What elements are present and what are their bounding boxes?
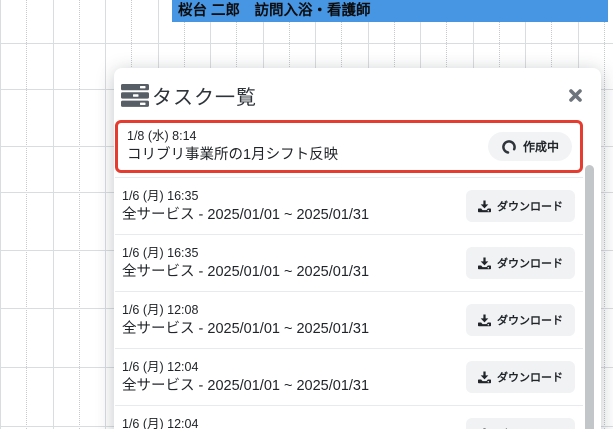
task-description: 全サービス - 2025/01/01 ~ 2025/01/31 [122, 206, 370, 223]
download-label: ダウンロード [497, 315, 563, 327]
task-info: 1/8 (水) 8:14 コリブリ事業所の1月シフト反映 [127, 128, 338, 165]
task-description: 全サービス - 2025/01/01 ~ 2025/01/31 [122, 320, 370, 337]
task-action: ダウンロード [466, 304, 575, 336]
download-label: ダウンロード [497, 372, 563, 384]
modal-header: タスク一覧 [114, 68, 601, 120]
calendar-screen: 桜台 二郎 訪問入浴・看護師 タスク一覧 1/8 (水) 8:14 コリブリ事業… [0, 0, 613, 429]
task-row: 1/6 (月) 12:08 全サービス - 2025/01/01 ~ 2025/… [115, 291, 583, 348]
close-button[interactable] [566, 86, 591, 105]
task-info: 1/6 (月) 12:04 全サービス - 2025/01/01 ~ 2025/… [122, 359, 369, 396]
task-info: 1/6 (月) 16:35 全サービス - 2025/01/01 ~ 2025/… [122, 245, 369, 282]
task-list-modal: タスク一覧 1/8 (水) 8:14 コリブリ事業所の1月シフト反映 作成中 1… [114, 68, 601, 429]
task-timestamp: 1/6 (月) 12:04 [122, 416, 199, 429]
status-label: 作成中 [522, 140, 559, 154]
spinner-icon [502, 139, 516, 154]
modal-scrollbar[interactable] [585, 165, 594, 429]
task-timestamp: 1/8 (水) 8:14 [127, 129, 197, 143]
download-icon [478, 199, 491, 212]
grid-line [105, 0, 106, 429]
grid-line [0, 43, 613, 44]
modal-title: タスク一覧 [152, 87, 257, 109]
download-label: ダウンロード [497, 201, 563, 213]
task-info: 1/6 (月) 12:08 全サービス - 2025/01/01 ~ 2025/… [122, 302, 369, 339]
grid-line [0, 0, 1, 429]
grid-line [26, 0, 27, 429]
task-description: 全サービス - 2025/01/01 ~ 2025/01/31 [122, 263, 370, 280]
download-button[interactable]: ダウンロード [466, 361, 575, 393]
task-timestamp: 1/6 (月) 12:04 [122, 359, 199, 374]
download-button[interactable]: ダウンロード [466, 190, 575, 222]
task-row: 1/6 (月) 16:35 全サービス - 2025/01/01 ~ 2025/… [115, 234, 583, 291]
task-description: コリブリ事業所の1月シフト反映 [127, 147, 339, 163]
task-row: 1/6 (月) 12:04 全サービス - 2025/01/01 ~ 2025/… [115, 348, 583, 405]
task-row: 1/6 (月) 16:35 全サービス - 2025/01/01 ~ 2025/… [115, 177, 583, 234]
task-row: 1/6 (月) 12:04 全サービス - 2025/01/01 ~ 2025/… [115, 405, 583, 429]
task-action: 作成中 [487, 132, 572, 161]
download-button[interactable]: ダウンロード [466, 418, 575, 429]
download-button[interactable]: ダウンロード [466, 304, 575, 336]
close-icon [568, 89, 583, 107]
download-icon [478, 313, 491, 326]
task-info: 1/6 (月) 12:04 全サービス - 2025/01/01 ~ 2025/… [122, 416, 369, 429]
task-action: ダウンロード [466, 418, 575, 429]
task-row: 1/8 (水) 8:14 コリブリ事業所の1月シフト反映 作成中 [115, 120, 583, 173]
grid-line [604, 0, 605, 429]
task-description: 全サービス - 2025/01/01 ~ 2025/01/31 [122, 377, 370, 394]
task-timestamp: 1/6 (月) 16:35 [122, 188, 199, 203]
task-timestamp: 1/6 (月) 16:35 [122, 245, 199, 260]
creating-status-badge: 作成中 [487, 132, 572, 161]
task-info: 1/6 (月) 16:35 全サービス - 2025/01/01 ~ 2025/… [122, 188, 369, 225]
schedule-event[interactable]: 桜台 二郎 訪問入浴・看護師 [172, 0, 608, 22]
task-action: ダウンロード [466, 361, 575, 393]
download-button[interactable]: ダウンロード [466, 247, 575, 279]
task-action: ダウンロード [466, 247, 575, 279]
download-label: ダウンロード [497, 258, 563, 270]
grid-line [53, 0, 54, 429]
download-icon [478, 256, 491, 269]
tasks-icon [120, 83, 150, 108]
task-list: 1/8 (水) 8:14 コリブリ事業所の1月シフト反映 作成中 1/6 (月)… [115, 120, 583, 429]
task-action: ダウンロード [466, 190, 575, 222]
grid-line [79, 0, 80, 429]
download-icon [478, 370, 491, 383]
task-timestamp: 1/6 (月) 12:08 [122, 302, 199, 317]
